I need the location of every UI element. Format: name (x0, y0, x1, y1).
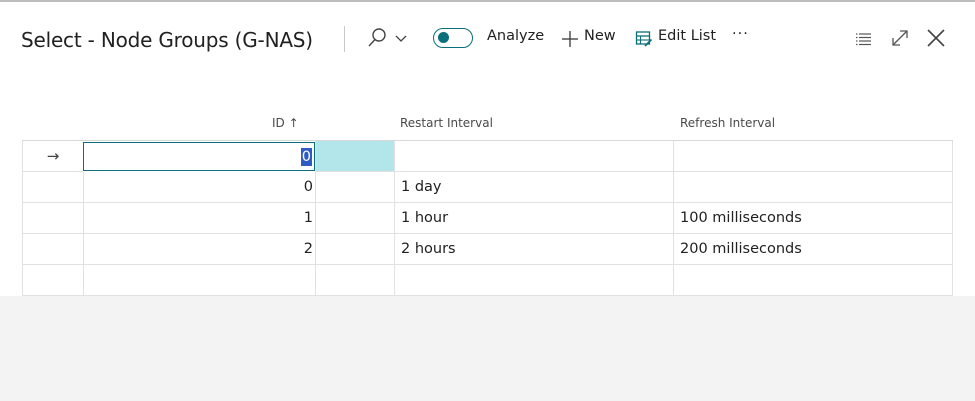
analyze-toggle[interactable]: Analyze (433, 28, 545, 50)
refresh-interval-cell[interactable] (673, 265, 953, 296)
id-input[interactable]: 0 (83, 142, 315, 171)
new-button[interactable]: New (560, 28, 620, 50)
row-selector[interactable] (22, 203, 83, 234)
plus-icon (562, 31, 578, 47)
column-header-restart-interval[interactable]: Restart Interval (400, 116, 493, 130)
page-header: Select - Node Groups (G-NAS) Analyze New… (0, 2, 975, 76)
analyze-label: Analyze (487, 28, 545, 44)
refresh-interval-cell[interactable]: 100 milliseconds (673, 203, 953, 234)
column-header-id[interactable]: ID ↑ (272, 116, 299, 130)
column-header-refresh-interval[interactable]: Refresh Interval (680, 116, 775, 130)
row-selector[interactable] (22, 234, 83, 265)
more-icon: ··· (732, 26, 749, 42)
restart-interval-cell[interactable]: 1 hour (394, 203, 673, 234)
search-button[interactable] (365, 24, 413, 54)
list-view-icon[interactable] (855, 31, 873, 47)
refresh-interval-cell[interactable]: 200 milliseconds (673, 234, 953, 265)
row-selector[interactable] (22, 265, 83, 296)
table-row[interactable]: 0 1 day (22, 172, 953, 203)
table-row[interactable]: 2 2 hours 200 milliseconds (22, 234, 953, 265)
id-cell[interactable] (83, 265, 315, 296)
id-cell[interactable]: 2 (83, 234, 315, 265)
table-row-empty[interactable] (22, 265, 953, 296)
edit-list-button[interactable]: Edit List (635, 28, 717, 50)
row-blank-cell (315, 265, 394, 296)
expand-icon[interactable] (890, 28, 910, 48)
id-cell[interactable]: 1 (83, 203, 315, 234)
row-selector[interactable] (22, 172, 83, 203)
edit-list-label: Edit List (658, 28, 717, 44)
toggle-switch[interactable] (433, 28, 473, 48)
search-icon (368, 28, 407, 47)
restart-interval-cell[interactable]: 2 hours (394, 234, 673, 265)
chevron-down-icon (395, 35, 407, 42)
id-cell[interactable]: 0 (83, 172, 315, 203)
restart-interval-cell[interactable] (394, 141, 673, 172)
row-blank-cell (315, 234, 394, 265)
restart-interval-cell[interactable] (394, 265, 673, 296)
id-input-selected-text: 0 (300, 148, 312, 166)
new-label: New (584, 28, 616, 44)
refresh-interval-cell[interactable] (673, 141, 953, 172)
header-divider (344, 26, 345, 52)
row-blank-cell (315, 172, 394, 203)
restart-interval-cell[interactable]: 1 day (394, 172, 673, 203)
refresh-interval-cell[interactable] (673, 172, 953, 203)
row-blank-cell (315, 203, 394, 234)
table-row-new[interactable]: → 0 (22, 141, 953, 172)
more-options-button[interactable]: ··· (728, 26, 754, 50)
page-title: Select - Node Groups (G-NAS) (21, 28, 313, 52)
row-indicator-arrow-icon: → (22, 141, 83, 172)
edit-list-icon (635, 31, 653, 47)
table-row[interactable]: 1 1 hour 100 milliseconds (22, 203, 953, 234)
sort-ascending-icon: ↑ (288, 116, 299, 130)
close-icon[interactable] (925, 27, 947, 49)
toggle-knob (438, 32, 449, 43)
row-blank-cell (315, 141, 394, 172)
